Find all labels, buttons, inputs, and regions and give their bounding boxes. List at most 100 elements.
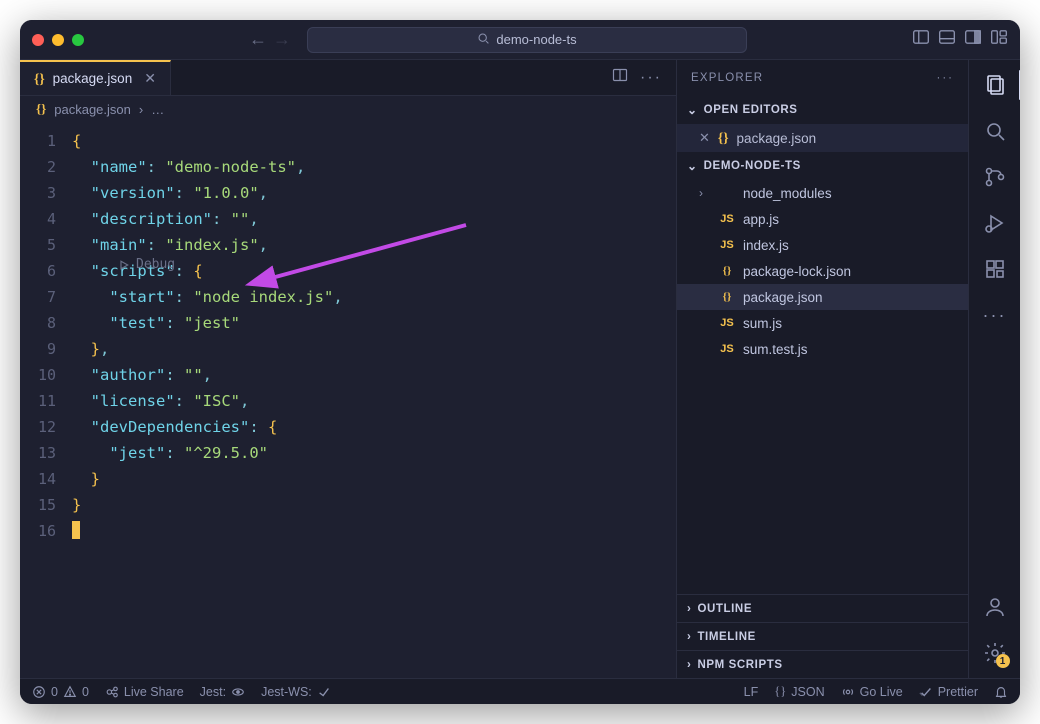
activity-search-icon[interactable] <box>982 118 1008 144</box>
file-tree-item[interactable]: JS index.js <box>677 232 968 258</box>
activity-more-icon[interactable]: ··· <box>982 302 1008 328</box>
layout-controls <box>912 28 1008 51</box>
file-tree-item[interactable]: JSsum.js <box>677 310 968 336</box>
chevron-down-icon: ⌄ <box>687 103 698 117</box>
settings-badge: 1 <box>996 654 1010 668</box>
file-label: sum.js <box>743 316 782 331</box>
timeline-header[interactable]: ›TIMELINE <box>677 622 968 650</box>
code-editor[interactable]: 12345678910111213141516 { "name": "demo-… <box>20 122 676 678</box>
json-key: "test" <box>109 314 165 332</box>
file-label: package.json <box>743 290 823 305</box>
file-tree-item[interactable]: {} package.json <box>677 284 968 310</box>
error-count: 0 <box>51 685 58 699</box>
titlebar: ← → demo-node-ts <box>20 20 1020 60</box>
tab-bar: {} package.json ✕ ··· <box>20 60 676 96</box>
project-label: DEMO-NODE-TS <box>704 160 801 172</box>
layout-split-left-icon[interactable] <box>912 28 930 51</box>
tab-close-icon[interactable]: ✕ <box>144 70 156 87</box>
status-errors[interactable]: 0 0 <box>32 685 89 699</box>
nav-back-icon[interactable]: ← <box>249 29 267 50</box>
layout-panel-bottom-icon[interactable] <box>938 28 956 51</box>
jest-label: Jest: <box>200 685 226 699</box>
window-minimize[interactable] <box>52 34 64 46</box>
json-key: "description" <box>91 210 212 228</box>
nav-arrows: ← → <box>249 29 291 50</box>
json-string: "ISC" <box>193 392 240 410</box>
command-center[interactable]: demo-node-ts <box>307 27 747 53</box>
open-editors-label: OPEN EDITORS <box>704 104 798 116</box>
nav-forward-icon[interactable]: → <box>273 29 291 50</box>
status-notifications-icon[interactable] <box>994 685 1008 699</box>
file-label: app.js <box>743 212 779 227</box>
activity-source-control-icon[interactable] <box>982 164 1008 190</box>
json-key: "jest" <box>109 444 165 462</box>
file-label: index.js <box>743 238 789 253</box>
window-close[interactable] <box>32 34 44 46</box>
split-editor-icon[interactable] <box>612 67 628 88</box>
activity-account-icon[interactable] <box>982 594 1008 620</box>
open-editor-label: package.json <box>737 131 817 146</box>
json-string: "^29.5.0" <box>184 444 268 462</box>
file-label: node_modules <box>743 186 832 201</box>
timeline-label: TIMELINE <box>697 631 755 643</box>
outline-label: OUTLINE <box>697 603 752 615</box>
tab-package-json[interactable]: {} package.json ✕ <box>20 60 171 95</box>
search-icon <box>477 32 490 48</box>
open-editors-header[interactable]: ⌄ OPEN EDITORS <box>677 96 968 124</box>
json-icon: {} <box>774 684 786 699</box>
live-share-label: Live Share <box>124 685 184 699</box>
go-live-label: Go Live <box>860 685 903 699</box>
line-gutter: 12345678910111213141516 <box>20 122 66 678</box>
window-maximize[interactable] <box>72 34 84 46</box>
status-eol[interactable]: LF <box>744 685 759 699</box>
status-language[interactable]: {} JSON <box>774 684 824 699</box>
eol-label: LF <box>744 685 759 699</box>
json-icon: {} <box>718 130 729 146</box>
project-header[interactable]: ⌄ DEMO-NODE-TS <box>677 152 968 180</box>
explorer-title-text: EXPLORER <box>691 72 763 84</box>
chevron-right-icon: › <box>699 186 711 200</box>
js-icon: JS <box>719 213 735 225</box>
status-bar: 0 0 Live Share Jest: Jest-WS: LF {} JSON… <box>20 678 1020 704</box>
json-icon: {} <box>36 101 46 117</box>
outline-header[interactable]: › OUTLINE <box>677 594 968 622</box>
npm-scripts-header[interactable]: ›NPM SCRIPTS <box>677 650 968 678</box>
json-key: "version" <box>91 184 175 202</box>
file-tree-item[interactable]: {}package-lock.json <box>677 258 968 284</box>
code-content[interactable]: { "name": "demo-node-ts", "version": "1.… <box>66 122 676 678</box>
jest-ws-label: Jest-WS: <box>261 685 312 699</box>
activity-run-debug-icon[interactable] <box>982 210 1008 236</box>
breadcrumb[interactable]: {} package.json › … <box>20 96 676 122</box>
activity-explorer-icon[interactable] <box>982 72 1008 98</box>
explorer-title: EXPLORER ··· <box>677 60 968 96</box>
json-key: "license" <box>91 392 175 410</box>
prettier-label: Prettier <box>938 685 978 699</box>
json-key: "name" <box>91 158 147 176</box>
status-prettier[interactable]: Prettier <box>919 685 978 699</box>
chevron-right-icon: › <box>687 603 691 615</box>
file-tree-item[interactable]: JS app.js <box>677 206 968 232</box>
activity-settings-icon[interactable]: 1 <box>982 640 1008 666</box>
file-tree-item[interactable]: › node_modules <box>677 180 968 206</box>
activity-extensions-icon[interactable] <box>982 256 1008 282</box>
status-jest[interactable]: Jest: <box>200 685 245 699</box>
debug-code-lens[interactable]: Debug <box>118 252 175 278</box>
status-live-share[interactable]: Live Share <box>105 685 184 699</box>
status-go-live[interactable]: Go Live <box>841 685 903 699</box>
json-string: "" <box>231 210 250 228</box>
open-editor-item[interactable]: ✕ {} package.json <box>677 124 968 152</box>
layout-customize-icon[interactable] <box>990 28 1008 51</box>
explorer-more-icon[interactable]: ··· <box>937 72 955 84</box>
js-icon: JS <box>719 239 735 251</box>
json-icon: {} <box>719 291 735 303</box>
json-string: "1.0.0" <box>193 184 258 202</box>
status-jest-ws[interactable]: Jest-WS: <box>261 685 331 699</box>
breadcrumb-file: package.json <box>54 102 131 117</box>
json-icon: {} <box>719 265 735 277</box>
close-icon[interactable]: ✕ <box>699 130 710 146</box>
layout-split-right-icon[interactable] <box>964 28 982 51</box>
tab-more-icon[interactable]: ··· <box>640 69 662 87</box>
file-tree-item[interactable]: JSsum.test.js <box>677 336 968 362</box>
debug-lens-label: Debug <box>136 252 175 278</box>
warning-count: 0 <box>82 685 89 699</box>
